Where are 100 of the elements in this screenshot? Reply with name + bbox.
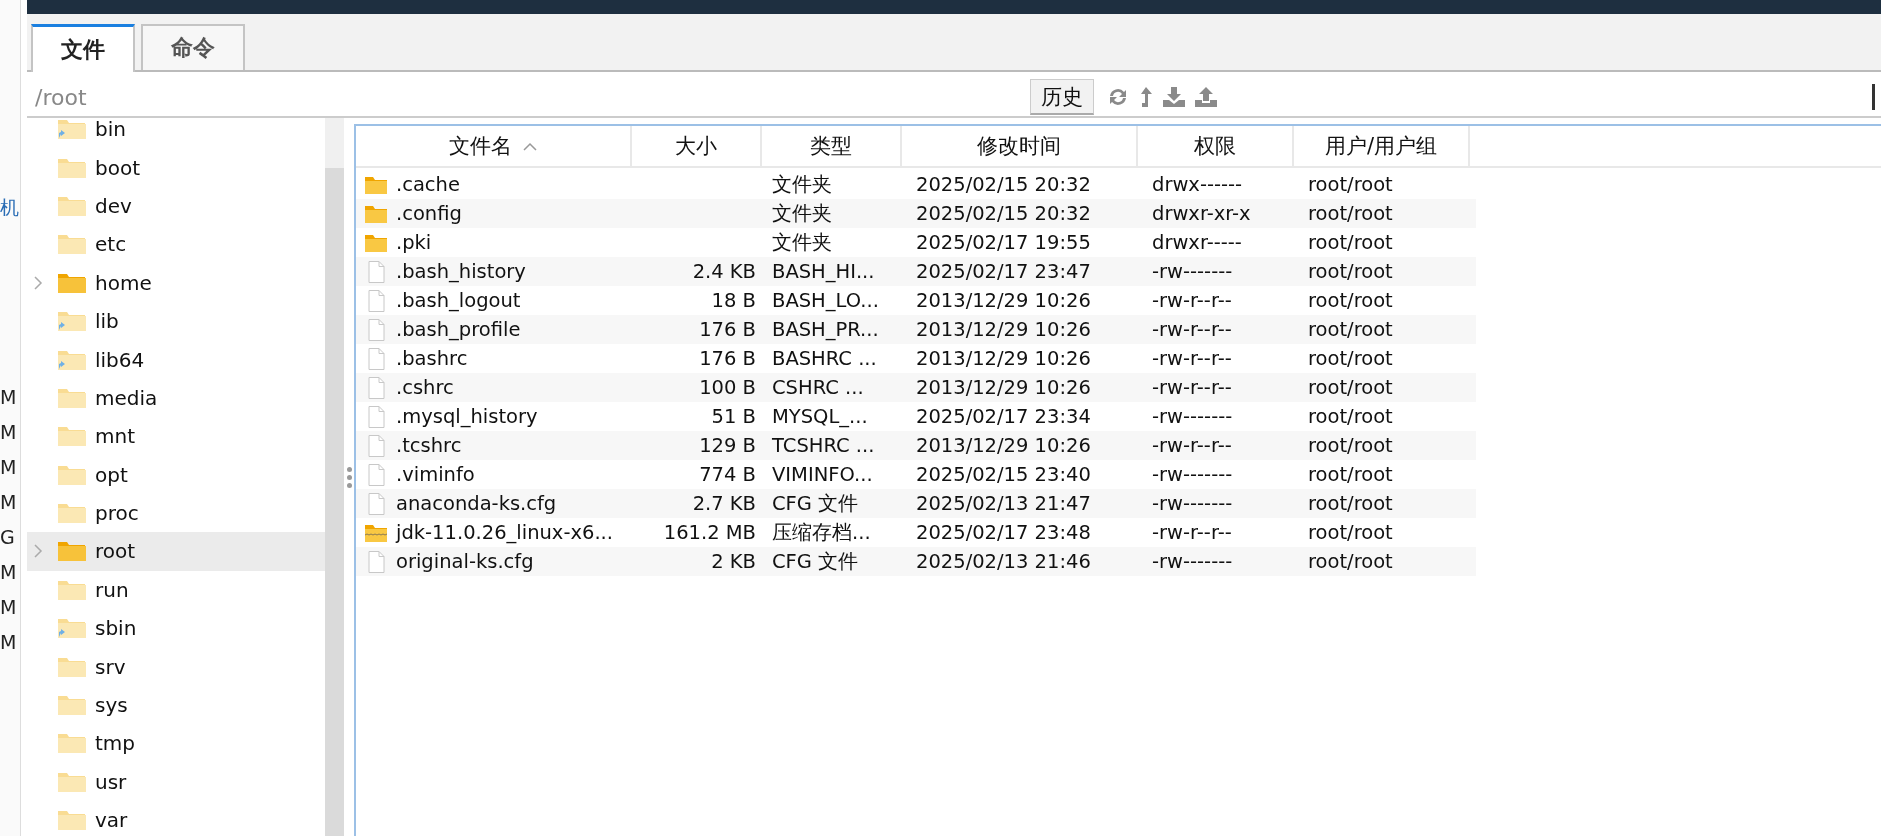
table-cell: 2025/02/13 21:46 (916, 550, 1091, 573)
table-cell: BASH_HI... (772, 260, 875, 283)
column-header[interactable]: 文件名 (356, 126, 632, 166)
column-header[interactable]: 用户/用户组 (1294, 126, 1470, 166)
folder-icon (57, 694, 87, 717)
side-label: M (0, 455, 18, 480)
table-cell: .cshrc (396, 376, 454, 399)
tree-item[interactable]: mnt (27, 417, 325, 456)
folder-shortcut-icon (57, 310, 87, 333)
table-cell: MYSQL_... (772, 405, 868, 428)
tab[interactable]: 文件 (31, 24, 135, 72)
tab[interactable]: 命令 (141, 24, 245, 70)
column-header[interactable]: 类型 (762, 126, 902, 166)
table-cell: .bash_history (396, 260, 526, 283)
column-header[interactable]: 权限 (1138, 126, 1294, 166)
table-cell-text: 文件夹 (772, 201, 832, 227)
tree-item[interactable]: dev (27, 186, 325, 226)
header-label: 文件名 (448, 133, 512, 160)
table-cell: root/root (1308, 173, 1393, 196)
side-label: M (0, 420, 18, 445)
table-cell: root/root (1308, 434, 1393, 457)
side-label: G (0, 525, 16, 550)
tree-item[interactable]: bin (27, 118, 325, 149)
tree-item[interactable]: sys (27, 685, 325, 725)
side-label: M (0, 490, 18, 515)
tree-item[interactable]: lib (27, 301, 325, 341)
table-cell: root/root (1308, 521, 1393, 544)
tree-item[interactable]: media (27, 378, 325, 418)
side-label: 机 (0, 195, 20, 220)
table-cell: root/root (1308, 463, 1393, 486)
table-cell: root/root (1308, 289, 1393, 312)
table-cell: 2025/02/15 23:40 (916, 463, 1091, 486)
table-row[interactable]: .bash_history 2.4 KB BASH_HI... 2025/02/17 23:47 -rw------- root/root (356, 257, 1476, 286)
tree-item[interactable]: srv (27, 647, 325, 686)
table-row[interactable]: .config 文件夹 2025/02/15 20:32 drwxr-xr-x root/root (356, 199, 1476, 228)
header-label: 大小 (675, 133, 717, 160)
folder-icon (364, 203, 388, 224)
tree-item[interactable]: etc (27, 225, 325, 264)
table-cell: root/root (1308, 376, 1393, 399)
tree-item[interactable]: boot (27, 148, 325, 187)
side-label: M (0, 630, 18, 655)
table-cell: .bash_logout (396, 289, 521, 312)
folder-shortcut-icon (57, 617, 87, 640)
table-row[interactable]: anaconda-ks.cfg 2.7 KB CFG 文件 2025/02/13 21:47 -rw------- root/root (356, 489, 1476, 518)
download-icon[interactable] (1162, 86, 1186, 108)
tree-item[interactable]: var (27, 801, 325, 836)
folder-shortcut-icon (57, 118, 87, 141)
tree-item[interactable]: opt (27, 455, 325, 494)
table-cell: CSHRC ... (772, 376, 864, 399)
table-cell: -rw------- (1152, 463, 1233, 486)
table-cell: 129 B (699, 434, 756, 457)
table-cell: .cache (396, 173, 460, 196)
table-cell: -rw------- (1152, 260, 1233, 283)
table-cell: 2025/02/17 23:48 (916, 521, 1091, 544)
table-cell: root/root (1308, 202, 1393, 225)
path-field[interactable]: /root (27, 84, 1030, 110)
folder-icon (57, 540, 87, 563)
table-cell: 100 B (699, 376, 756, 399)
table-cell-text: 压缩存档... (772, 520, 871, 546)
table-cell: -rw-r--r-- (1152, 318, 1232, 341)
table-cell: .config (396, 202, 462, 225)
table-cell: 161.2 MB (663, 521, 756, 544)
up-arrow-icon[interactable] (1138, 86, 1154, 108)
table-cell: -rw-r--r-- (1152, 289, 1232, 312)
history-button[interactable]: 历史 (1030, 79, 1094, 115)
table-cell: 2 KB (711, 550, 756, 573)
table-cell: 2025/02/17 23:47 (916, 260, 1091, 283)
tree-item[interactable]: sbin (27, 609, 325, 648)
tree-item[interactable]: run (27, 570, 325, 610)
table-cell: .viminfo (396, 463, 475, 486)
folder-icon (57, 271, 87, 294)
table-cell: .bashrc (396, 347, 468, 370)
splitter-handle-icon[interactable] (346, 466, 352, 488)
tree-item[interactable]: lib64 (27, 340, 325, 379)
table-cell: BASH_LO... (772, 289, 879, 312)
table-cell: drwx------ (1152, 173, 1243, 196)
tree-item[interactable]: tmp (27, 724, 325, 763)
side-label: M (0, 385, 18, 410)
folder-icon (57, 386, 87, 409)
tree-item[interactable]: root (27, 532, 325, 571)
column-header[interactable]: 修改时间 (902, 126, 1138, 166)
upload-icon[interactable] (1194, 86, 1218, 108)
tree-item[interactable]: home (27, 263, 325, 302)
tree-item[interactable]: proc (27, 493, 325, 533)
folder-icon (57, 463, 87, 486)
table-cell: anaconda-ks.cfg (396, 492, 557, 515)
table-row[interactable]: .cshrc 100 B CSHRC ... 2013/12/29 10:26 -rw-r--r-- root/root (356, 373, 1476, 402)
table-row[interactable]: .tcshrc 129 B TCSHRC ... 2013/12/29 10:26 -rw-r--r-- root/root (356, 431, 1476, 460)
table-cell: .mysql_history (396, 405, 538, 428)
table-row[interactable]: original-ks.cfg 2 KB CFG 文件 2025/02/13 21:46 -rw------- root/root (356, 547, 1476, 576)
header-label: 类型 (810, 133, 852, 160)
folder-icon (57, 578, 87, 601)
folder-shortcut-icon (57, 348, 87, 371)
table-cell: jdk-11.0.26_linux-x6... (396, 521, 613, 544)
table-row[interactable]: .bash_profile 176 B BASH_PR... 2013/12/29 10:26 -rw-r--r-- root/root (356, 315, 1476, 344)
table-cell: root/root (1308, 260, 1393, 283)
table-cell-text: 文件夹 (772, 172, 832, 198)
column-header[interactable]: 大小 (632, 126, 762, 166)
table-cell: -rw------- (1152, 550, 1233, 573)
tree-item[interactable]: usr (27, 762, 325, 802)
